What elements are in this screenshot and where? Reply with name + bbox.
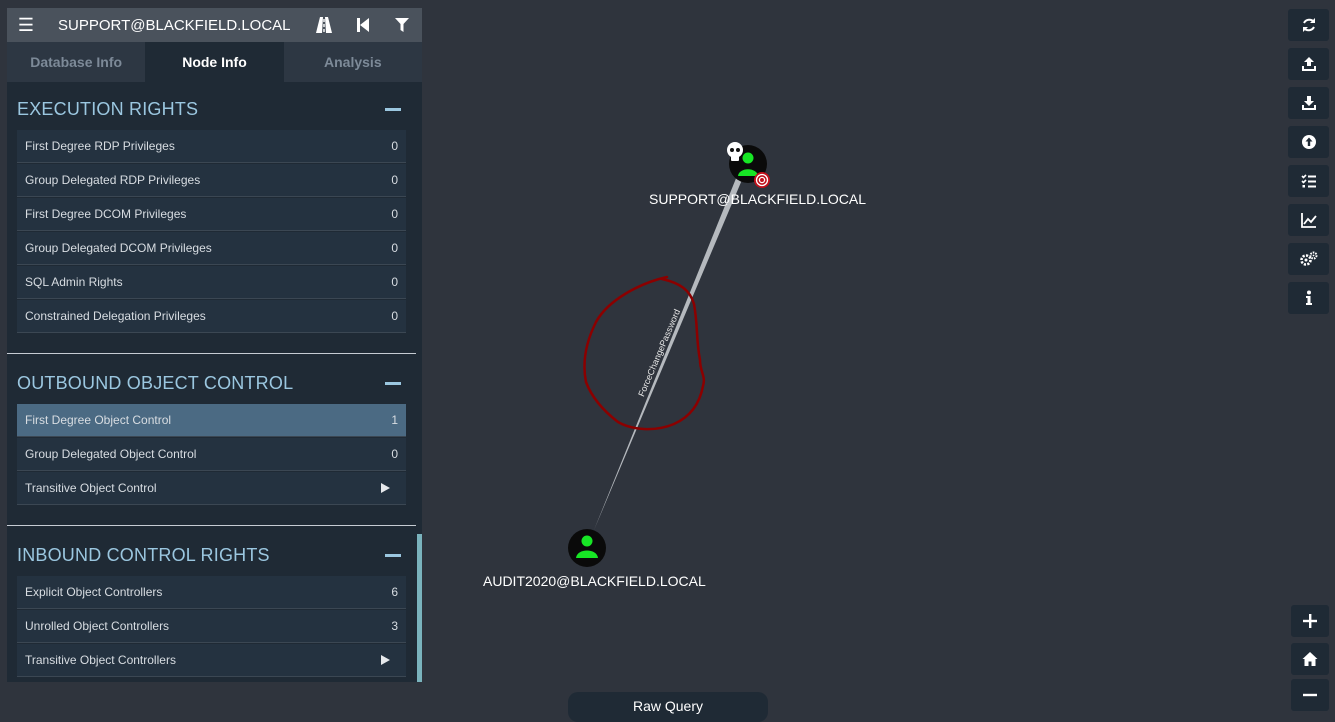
download-icon[interactable] — [1288, 87, 1329, 119]
node-label-audit2020: AUDIT2020@BLACKFIELD.LOCAL — [483, 573, 706, 589]
row-label: Group Delegated RDP Privileges — [25, 173, 201, 187]
row-count: 3 — [391, 619, 398, 633]
collapse-icon[interactable] — [385, 107, 401, 111]
road-icon[interactable] — [305, 8, 343, 42]
node-label-support: SUPPORT@BLACKFIELD.LOCAL — [649, 191, 867, 207]
row-count: 0 — [391, 309, 398, 323]
row-label: Transitive Object Control — [25, 481, 157, 495]
row-group-delegated-dcom-privileges[interactable]: Group Delegated DCOM Privileges 0 — [17, 232, 406, 265]
row-count: 1 — [391, 413, 398, 427]
info-icon[interactable] — [1288, 282, 1329, 314]
section-divider — [7, 525, 416, 526]
row-first-degree-object-control[interactable]: First Degree Object Control 1 — [17, 404, 406, 437]
row-constrained-delegation-privileges[interactable]: Constrained Delegation Privileges 0 — [17, 300, 406, 333]
row-transitive-object-control[interactable]: Transitive Object Control — [17, 472, 406, 505]
row-count: 6 — [391, 585, 398, 599]
tasks-icon[interactable] — [1288, 165, 1329, 197]
row-label: Group Delegated Object Control — [25, 447, 197, 461]
edge-label: ForceChangePassword — [636, 308, 682, 398]
row-explicit-object-controllers[interactable]: Explicit Object Controllers 6 — [17, 576, 406, 609]
row-count: 0 — [391, 241, 398, 255]
filter-icon[interactable] — [383, 8, 421, 42]
row-group-delegated-rdp-privileges[interactable]: Group Delegated RDP Privileges 0 — [17, 164, 406, 197]
node-info-panel: ☰ Database Info Node Info Analysis EXECU… — [7, 8, 422, 682]
tab-node-info[interactable]: Node Info — [145, 42, 284, 82]
collapse-icon[interactable] — [385, 381, 401, 385]
row-count: 0 — [391, 447, 398, 461]
row-label: First Degree Object Control — [25, 413, 172, 427]
row-count: 0 — [391, 275, 398, 289]
section-header-execution-rights[interactable]: EXECUTION RIGHTS — [17, 92, 407, 126]
row-label: First Degree RDP Privileges — [25, 139, 175, 153]
panel-tabs: Database Info Node Info Analysis — [7, 42, 422, 82]
row-count: 0 — [391, 207, 398, 221]
node-info-content: EXECUTION RIGHTS First Degree RDP Privil… — [7, 82, 422, 682]
tab-database-info[interactable]: Database Info — [7, 42, 146, 82]
row-count: 0 — [391, 173, 398, 187]
cogs-icon[interactable] — [1288, 243, 1329, 275]
row-label: First Degree DCOM Privileges — [25, 207, 187, 221]
section-title: OUTBOUND OBJECT CONTROL — [17, 372, 294, 393]
section-title: EXECUTION RIGHTS — [17, 98, 199, 119]
row-label: Constrained Delegation Privileges — [25, 309, 206, 323]
row-first-degree-rdp-privileges[interactable]: First Degree RDP Privileges 0 — [17, 130, 406, 163]
step-backward-icon[interactable] — [344, 8, 382, 42]
panel-scrollbar[interactable] — [417, 534, 422, 682]
row-transitive-object-controllers[interactable]: Transitive Object Controllers — [17, 644, 406, 677]
row-group-delegated-object-control[interactable]: Group Delegated Object Control 0 — [17, 438, 406, 471]
upload-circle-icon[interactable] — [1288, 126, 1329, 158]
section-title: INBOUND CONTROL RIGHTS — [17, 544, 270, 565]
refresh-icon[interactable] — [1288, 9, 1329, 41]
edge-forcechangepassword[interactable] — [594, 166, 747, 530]
row-first-degree-dcom-privileges[interactable]: First Degree DCOM Privileges 0 — [17, 198, 406, 231]
row-count: 0 — [391, 139, 398, 153]
zoom-in-icon[interactable] — [1291, 605, 1329, 637]
home-icon[interactable] — [1291, 643, 1329, 675]
row-unrolled-object-controllers[interactable]: Unrolled Object Controllers 3 — [17, 610, 406, 643]
raw-query-button[interactable]: Raw Query — [568, 692, 768, 722]
line-chart-icon[interactable] — [1288, 204, 1329, 236]
section-header-outbound-object-control[interactable]: OUTBOUND OBJECT CONTROL — [17, 366, 407, 400]
row-label: SQL Admin Rights — [25, 275, 123, 289]
search-bar: ☰ — [7, 8, 422, 42]
upload-icon[interactable] — [1288, 48, 1329, 80]
hamburger-icon[interactable]: ☰ — [7, 8, 45, 42]
collapse-icon[interactable] — [385, 553, 401, 557]
row-label: Transitive Object Controllers — [25, 653, 176, 667]
row-label: Explicit Object Controllers — [25, 585, 163, 599]
tab-analysis[interactable]: Analysis — [283, 42, 422, 82]
section-divider — [7, 353, 416, 354]
node-audit2020[interactable] — [568, 529, 606, 567]
row-label: Group Delegated DCOM Privileges — [25, 241, 212, 255]
section-header-inbound-control-rights[interactable]: INBOUND CONTROL RIGHTS — [17, 538, 407, 572]
search-input[interactable] — [45, 8, 297, 42]
row-sql-admin-rights[interactable]: SQL Admin Rights 0 — [17, 266, 406, 299]
row-label: Unrolled Object Controllers — [25, 619, 170, 633]
play-icon — [381, 483, 398, 493]
play-icon — [381, 655, 398, 665]
node-support[interactable] — [729, 145, 767, 183]
zoom-out-icon[interactable] — [1291, 679, 1329, 711]
